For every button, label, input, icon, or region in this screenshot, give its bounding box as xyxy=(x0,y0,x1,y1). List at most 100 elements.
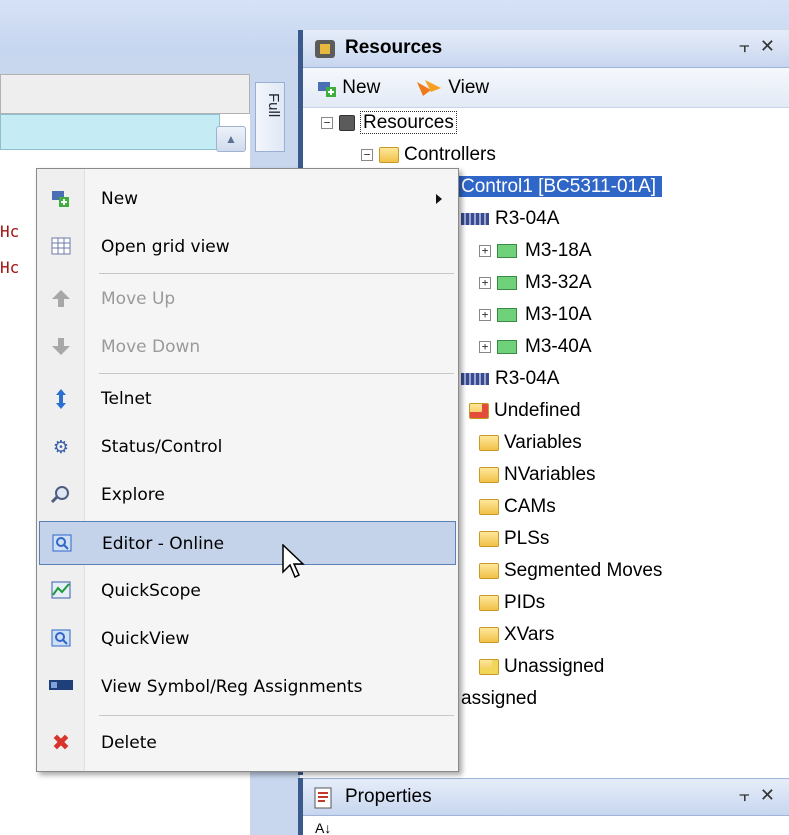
menu-item-move-up[interactable]: Move Up xyxy=(39,277,456,321)
tree-label: CAMs xyxy=(504,496,556,517)
menu-item-editor-online[interactable]: Editor - Online xyxy=(39,521,456,565)
tree-item-module[interactable]: + M3-18A xyxy=(479,236,592,266)
tree-item-cams[interactable]: CAMs xyxy=(479,492,556,522)
code-line: Hc xyxy=(0,258,20,277)
menu-item-delete[interactable]: ✖ Delete xyxy=(39,721,456,765)
tree-item-module[interactable]: + M3-32A xyxy=(479,268,592,298)
expand-icon[interactable]: + xyxy=(479,340,491,353)
tree-item-xvars[interactable]: XVars xyxy=(479,620,554,650)
grid-icon xyxy=(49,236,73,258)
tree-item-nvariables[interactable]: NVariables xyxy=(479,460,596,490)
tree-item-rack[interactable]: R3-04A xyxy=(461,204,559,234)
tree-label-selected: Control1 [BC5311-01A] xyxy=(455,176,663,197)
close-icon[interactable]: ✕ xyxy=(760,785,785,805)
menu-item-new[interactable]: New xyxy=(39,177,456,221)
submenu-arrow-icon xyxy=(436,194,442,204)
menu-item-label: New xyxy=(101,189,139,209)
properties-icon xyxy=(314,787,332,809)
tree-label: PLSs xyxy=(504,528,550,549)
tree-label: Resources xyxy=(360,111,457,134)
menu-item-label: Explore xyxy=(101,485,165,505)
tree-item-unassigned[interactable]: Unassigned xyxy=(479,652,604,682)
tree-label: NVariables xyxy=(504,464,596,485)
menu-item-label: Editor - Online xyxy=(102,534,225,554)
tree-label: M3-10A xyxy=(525,304,592,325)
sort-label: A↓ xyxy=(315,820,332,835)
properties-header: Properties ⫟✕ xyxy=(303,778,789,816)
arrow-up-icon xyxy=(49,288,73,310)
new-button[interactable]: New xyxy=(317,77,380,99)
tree-item-segmented-moves[interactable]: Segmented Moves xyxy=(479,556,662,586)
tree-label: Unassigned xyxy=(504,656,605,677)
menu-item-label: Move Up xyxy=(101,289,176,309)
tree-item-module[interactable]: + M3-40A xyxy=(479,332,592,362)
menu-item-label: Status/Control xyxy=(101,437,223,457)
collapse-icon[interactable]: − xyxy=(361,148,373,161)
menu-item-quickview[interactable]: QuickView xyxy=(39,617,456,661)
folder-icon xyxy=(479,434,499,451)
code-line: Hc xyxy=(0,222,20,241)
new-button-label: New xyxy=(342,77,381,98)
tree-item-pids[interactable]: PIDs xyxy=(479,588,545,618)
menu-item-open-grid-view[interactable]: Open grid view xyxy=(39,225,456,269)
view-icon xyxy=(417,79,441,96)
rack-icon xyxy=(461,212,489,225)
editor-tab-strip xyxy=(0,74,250,114)
tree-item-controllers[interactable]: − Controllers xyxy=(361,140,496,170)
menu-item-status-control[interactable]: ⚙ Status/Control xyxy=(39,425,456,469)
tree-item-variables[interactable]: Variables xyxy=(479,428,582,458)
menu-item-label: View Symbol/Reg Assignments xyxy=(101,677,363,697)
expand-icon[interactable]: + xyxy=(479,244,491,257)
menu-item-label: Move Down xyxy=(101,337,201,357)
tree-label: XVars xyxy=(504,624,555,645)
view-button[interactable]: View xyxy=(415,77,489,99)
editor-toolbar-strip xyxy=(0,114,220,150)
close-icon[interactable]: ✕ xyxy=(760,36,785,56)
pin-icon[interactable]: ⫟ xyxy=(739,785,760,805)
menu-item-quickscope[interactable]: QuickScope xyxy=(39,569,456,613)
resources-node-icon xyxy=(339,114,355,131)
menu-separator xyxy=(99,273,454,274)
tree-item-plss[interactable]: PLSs xyxy=(479,524,549,554)
tree-item-assigned[interactable]: assigned xyxy=(461,684,537,714)
tree-item-rack[interactable]: R3-04A xyxy=(461,364,559,394)
folder-icon xyxy=(479,594,499,611)
menu-item-label: Open grid view xyxy=(101,237,230,257)
collapse-icon[interactable]: − xyxy=(321,116,333,129)
context-menu: New Open grid view Move Up Move Down Tel… xyxy=(36,168,459,772)
menu-item-label: Telnet xyxy=(101,389,152,409)
sort-alphabetical-button[interactable]: A↓ xyxy=(315,820,331,835)
menu-item-move-down[interactable]: Move Down xyxy=(39,325,456,369)
tree-item-control1[interactable]: Control1 [BC5311-01A] xyxy=(455,172,663,202)
rack-icon xyxy=(461,372,489,385)
expand-icon[interactable]: + xyxy=(479,276,491,289)
module-icon xyxy=(497,307,517,322)
scroll-up-button[interactable]: ▲ xyxy=(216,126,246,152)
module-icon xyxy=(497,275,517,290)
scope-icon xyxy=(49,580,73,602)
new-icon xyxy=(49,188,73,210)
properties-title: Properties xyxy=(345,786,432,807)
tree-label: Segmented Moves xyxy=(504,560,663,581)
full-view-tab[interactable]: Full xyxy=(255,82,285,152)
menu-item-view-symbol-reg-assignments[interactable]: View Symbol/Reg Assignments xyxy=(39,665,456,709)
menu-item-telnet[interactable]: Telnet xyxy=(39,377,456,421)
tree-label: M3-18A xyxy=(525,240,592,261)
tree-label: Variables xyxy=(504,432,582,453)
pin-icon[interactable]: ⫟ xyxy=(739,36,760,56)
new-icon xyxy=(318,81,336,97)
tree-label: M3-32A xyxy=(525,272,592,293)
expand-icon[interactable]: + xyxy=(479,308,491,321)
tree-label: Undefined xyxy=(494,400,581,421)
resources-title: Resources xyxy=(345,37,443,58)
quickview-icon xyxy=(49,628,73,650)
folder-icon xyxy=(379,146,399,163)
tree-item-module[interactable]: + M3-10A xyxy=(479,300,592,330)
tree-item-undefined[interactable]: Undefined xyxy=(469,396,581,426)
resources-icon xyxy=(315,40,335,58)
mouse-cursor-icon xyxy=(282,544,305,579)
gear-icon: ⚙ xyxy=(52,437,70,457)
menu-item-label: QuickView xyxy=(101,629,190,649)
menu-item-explore[interactable]: Explore xyxy=(39,473,456,517)
tree-item-resources[interactable]: − Resources xyxy=(321,108,457,138)
